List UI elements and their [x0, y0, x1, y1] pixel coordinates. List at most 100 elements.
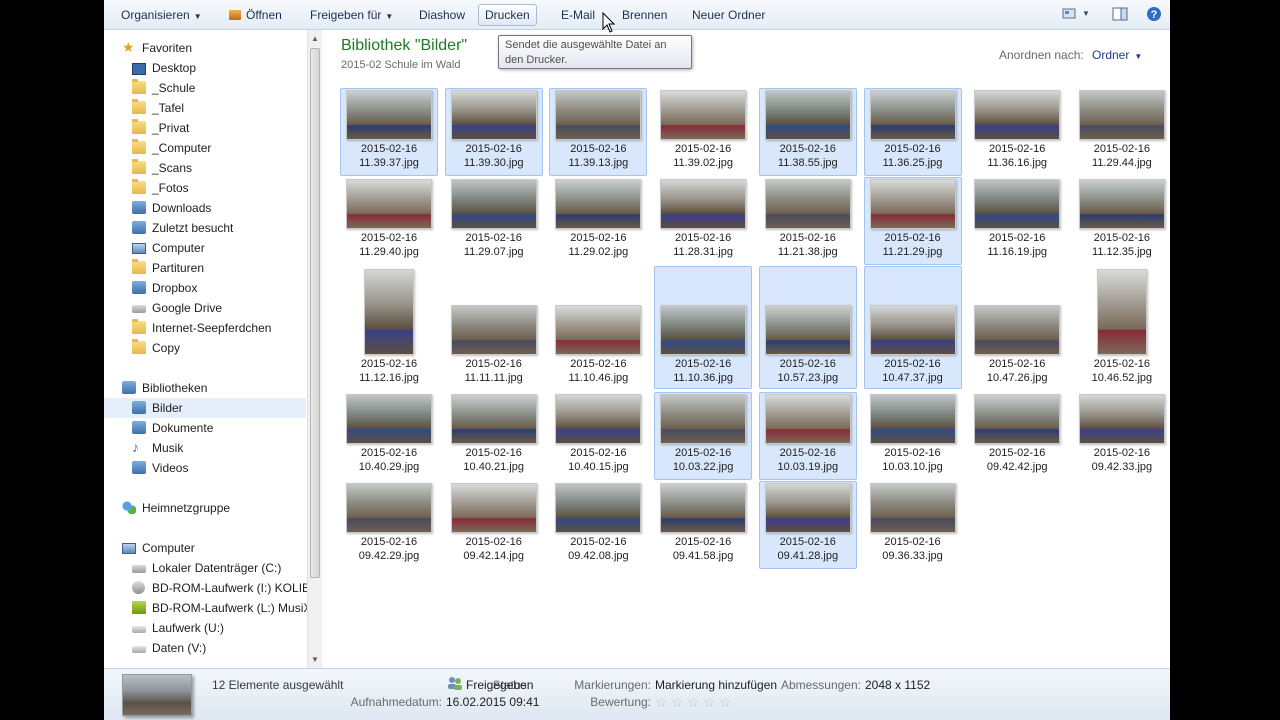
nav-item-dropbox[interactable]: Dropbox [132, 278, 320, 298]
photo-tile[interactable]: 2015-02-16 09.42.08.jpg [549, 481, 647, 569]
photo-tile[interactable]: 2015-02-16 11.21.29.jpg [863, 177, 962, 265]
photo-thumbnail [869, 179, 956, 229]
photo-tile[interactable]: 2015-02-16 11.12.35.jpg [1073, 177, 1170, 265]
photo-filename-date: 2015-02-16 [360, 232, 418, 244]
nav-item-musik[interactable]: ♪ Musik [132, 438, 320, 458]
photo-tile[interactable]: 2015-02-16 11.39.02.jpg [654, 88, 752, 176]
photo-tile[interactable]: 2015-02-16 10.03.19.jpg [758, 392, 857, 480]
photo-tile[interactable]: 2015-02-16 11.39.30.jpg [444, 88, 543, 176]
nav-item-downloads[interactable]: Downloads [132, 198, 320, 218]
help-icon[interactable]: ? [1146, 6, 1162, 22]
homegroup-item[interactable]: Heimnetzgruppe [122, 498, 320, 518]
photo-tile[interactable]: 2015-02-16 11.10.46.jpg [549, 266, 647, 389]
photo-tile[interactable]: 2015-02-16 09.36.33.jpg [864, 481, 962, 569]
photo-tile[interactable]: 2015-02-16 09.41.28.jpg [758, 481, 857, 569]
computer-header[interactable]: Computer [122, 538, 320, 558]
photo-tile[interactable]: 2015-02-16 10.47.37.jpg [863, 266, 962, 389]
scroll-thumb[interactable] [310, 48, 320, 578]
view-dropdown-icon[interactable]: ▼ [1082, 6, 1092, 22]
preview-pane-icon[interactable] [1112, 6, 1128, 22]
music-library-icon: ♪ [132, 439, 139, 455]
photo-tile[interactable]: 2015-02-16 10.40.15.jpg [549, 392, 647, 480]
rating-star-icon[interactable]: ☆ [703, 694, 716, 711]
organize-menu-button[interactable]: Organisieren ▼ [114, 4, 209, 26]
nav-item-bd-rom-laufwerk-l-musix-1[interactable]: BD-ROM-Laufwerk (L:) MusiX 1 [132, 598, 320, 618]
photo-tile[interactable]: 2015-02-16 11.29.40.jpg [340, 177, 438, 265]
photo-tile[interactable]: 2015-02-16 11.39.13.jpg [549, 88, 648, 176]
photo-tile[interactable]: 2015-02-16 11.16.19.jpg [968, 177, 1066, 265]
scroll-down-icon[interactable]: ▼ [311, 655, 319, 664]
nav-item-label: Downloads [152, 201, 212, 215]
photo-filename-date: 2015-02-16 [884, 447, 941, 459]
share-menu-button[interactable]: Freigeben für ▼ [303, 4, 400, 26]
nav-item-videos[interactable]: Videos [132, 458, 320, 478]
nav-item-internet-seepferdchen[interactable]: Internet-Seepferdchen [132, 318, 320, 338]
email-button[interactable]: E-Mail [554, 4, 602, 26]
nav-item-daten-v[interactable]: Daten (V:) [132, 638, 320, 658]
photo-tile[interactable]: 2015-02-16 11.21.38.jpg [759, 177, 857, 265]
nav-item-fotos[interactable]: _Fotos [132, 178, 320, 198]
nav-item-copy[interactable]: Copy [132, 338, 320, 358]
photo-tile[interactable]: 2015-02-16 11.38.55.jpg [758, 88, 857, 176]
photo-thumbnail [1078, 90, 1165, 140]
photo-filename-date: 2015-02-16 [674, 232, 732, 244]
photo-tile[interactable]: 2015-02-16 11.29.07.jpg [445, 177, 543, 265]
photo-filename-date: 2015-02-16 [570, 232, 627, 244]
nav-item-laufwerk-u[interactable]: Laufwerk (U:) [132, 618, 320, 638]
nav-item-scans[interactable]: _Scans [132, 158, 320, 178]
photo-tile[interactable]: 2015-02-16 10.03.10.jpg [864, 392, 962, 480]
nav-scrollbar[interactable]: ▲ ▼ [307, 30, 322, 668]
photo-tile[interactable]: 2015-02-16 11.29.44.jpg [1073, 88, 1170, 176]
nav-item-privat[interactable]: _Privat [132, 118, 320, 138]
view-options-icon[interactable] [1062, 6, 1076, 22]
photo-tile[interactable]: 2015-02-16 11.12.16.jpg [340, 266, 438, 389]
nav-item-zuletzt-besucht[interactable]: Zuletzt besucht [132, 218, 320, 238]
rating-star-icon[interactable]: ☆ [687, 694, 700, 711]
libraries-header[interactable]: Bibliotheken [122, 378, 320, 398]
nav-item-bd-rom-laufwerk-i-kolibri[interactable]: BD-ROM-Laufwerk (I:) KOLIBRI [132, 578, 320, 598]
photo-tile[interactable]: 2015-02-16 11.36.25.jpg [863, 88, 962, 176]
print-button[interactable]: Drucken [478, 4, 537, 26]
nav-item-schule[interactable]: _Schule [132, 78, 320, 98]
nav-item-label: Internet-Seepferdchen [152, 321, 272, 335]
folder-icon [132, 119, 146, 134]
photo-tile[interactable]: 2015-02-16 09.41.58.jpg [654, 481, 752, 569]
photo-tile[interactable]: 2015-02-16 09.42.33.jpg [1073, 392, 1170, 480]
nav-item-bilder[interactable]: Bilder [104, 398, 306, 418]
photo-tile[interactable]: 2015-02-16 09.42.29.jpg [340, 481, 438, 569]
favorites-header[interactable]: ★ Favoriten [122, 38, 320, 58]
new-folder-button[interactable]: Neuer Ordner [685, 4, 772, 26]
open-button[interactable]: Öffnen [222, 4, 289, 26]
photo-tile[interactable]: 2015-02-16 11.29.02.jpg [549, 177, 647, 265]
slideshow-button[interactable]: Diashow [412, 4, 472, 26]
nav-item-tafel[interactable]: _Tafel [132, 98, 320, 118]
rating-star-icon[interactable]: ☆ [671, 694, 684, 711]
photo-tile[interactable]: 2015-02-16 10.03.22.jpg [654, 392, 753, 480]
burn-button[interactable]: Brennen [615, 4, 674, 26]
photo-tile[interactable]: 2015-02-16 09.42.14.jpg [445, 481, 543, 569]
rating-star-icon[interactable]: ☆ [719, 694, 732, 711]
scroll-up-icon[interactable]: ▲ [311, 34, 319, 43]
photo-tile[interactable]: 2015-02-16 10.40.29.jpg [340, 392, 438, 480]
tags-field[interactable]: Markierung hinzufügen [655, 678, 777, 692]
photo-tile[interactable]: 2015-02-16 11.28.31.jpg [654, 177, 752, 265]
photo-tile[interactable]: 2015-02-16 10.46.52.jpg [1073, 266, 1170, 389]
nav-item-computer[interactable]: _Computer [132, 138, 320, 158]
nav-item-computer[interactable]: Computer [132, 238, 320, 258]
nav-item-lokaler-datentr-ger-c[interactable]: Lokaler Datenträger (C:) [132, 558, 320, 578]
nav-item-desktop[interactable]: Desktop [132, 58, 320, 78]
photo-filename-time: 11.28.31.jpg [673, 246, 733, 258]
nav-item-partituren[interactable]: Partituren [132, 258, 320, 278]
photo-tile[interactable]: 2015-02-16 11.36.16.jpg [968, 88, 1066, 176]
photo-tile[interactable]: 2015-02-16 10.57.23.jpg [758, 266, 857, 389]
photo-tile[interactable]: 2015-02-16 10.40.21.jpg [445, 392, 543, 480]
sort-dropdown[interactable]: Ordner ▼ [1092, 48, 1142, 62]
rating-star-icon[interactable]: ☆ [655, 694, 668, 711]
photo-tile[interactable]: 2015-02-16 09.42.42.jpg [968, 392, 1066, 480]
nav-item-dokumente[interactable]: Dokumente [132, 418, 320, 438]
photo-tile[interactable]: 2015-02-16 10.47.26.jpg [968, 266, 1066, 389]
photo-tile[interactable]: 2015-02-16 11.10.36.jpg [654, 266, 753, 389]
nav-item-google-drive[interactable]: Google Drive [132, 298, 320, 318]
photo-tile[interactable]: 2015-02-16 11.39.37.jpg [340, 88, 438, 176]
photo-tile[interactable]: 2015-02-16 11.11.11.jpg [445, 266, 543, 389]
